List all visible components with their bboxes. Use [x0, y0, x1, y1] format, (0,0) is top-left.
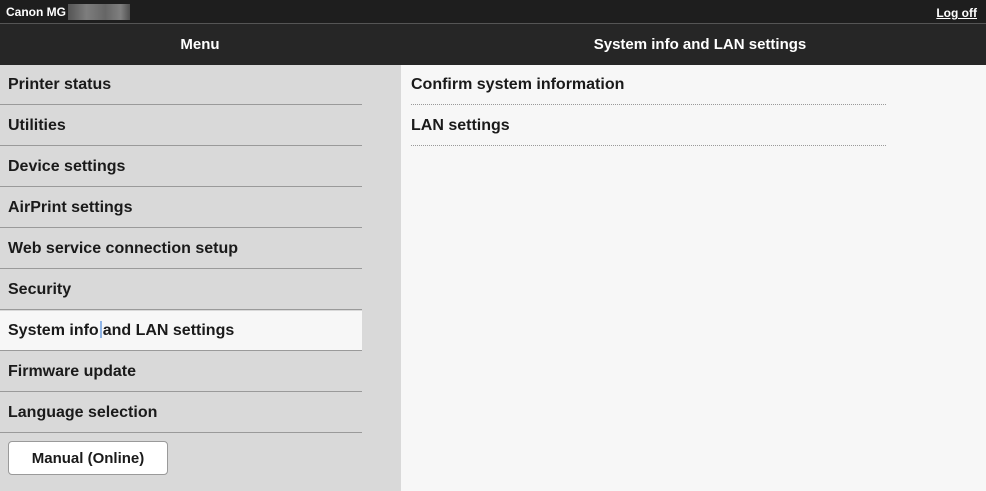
printer-model-label: Canon MG — [6, 5, 66, 19]
sidebar-item-device-settings[interactable]: Device settings — [0, 147, 362, 187]
sidebar-item-language-selection[interactable]: Language selection — [0, 393, 362, 433]
sidebar-item-firmware-update[interactable]: Firmware update — [0, 352, 362, 392]
manual-online-button[interactable]: Manual (Online) — [8, 441, 168, 475]
sidebar-item-web-service-connection-setup[interactable]: Web service connection setup — [0, 229, 362, 269]
section-heading: System info and LAN settings — [593, 36, 807, 53]
sidebar-item-airprint-settings[interactable]: AirPrint settings — [0, 188, 362, 228]
log-off-link[interactable]: Log off — [936, 6, 977, 20]
sidebar-item-printer-status[interactable]: Printer status — [0, 65, 362, 105]
main-content: Confirm system information LAN settings — [401, 65, 986, 491]
sidebar-item-security[interactable]: Security — [0, 270, 362, 310]
sidebar-menu: Printer status Utilities Device settings… — [0, 65, 401, 491]
sidebar-item-system-info-lan-settings[interactable]: System info and LAN settings — [0, 311, 362, 351]
redacted-model-number — [68, 4, 130, 20]
text-cursor-icon — [99, 321, 102, 338]
confirm-system-information-link[interactable]: Confirm system information — [411, 65, 886, 105]
top-bar: Canon MG Log off — [0, 0, 986, 24]
sidebar-item-label-part-1: System info — [8, 322, 99, 339]
menu-heading: Menu — [180, 36, 220, 53]
sidebar-item-label-part-2: and LAN settings — [102, 322, 235, 339]
header-bar: Menu System info and LAN settings — [0, 24, 986, 65]
sidebar-item-utilities[interactable]: Utilities — [0, 106, 362, 146]
lan-settings-link[interactable]: LAN settings — [411, 106, 886, 146]
